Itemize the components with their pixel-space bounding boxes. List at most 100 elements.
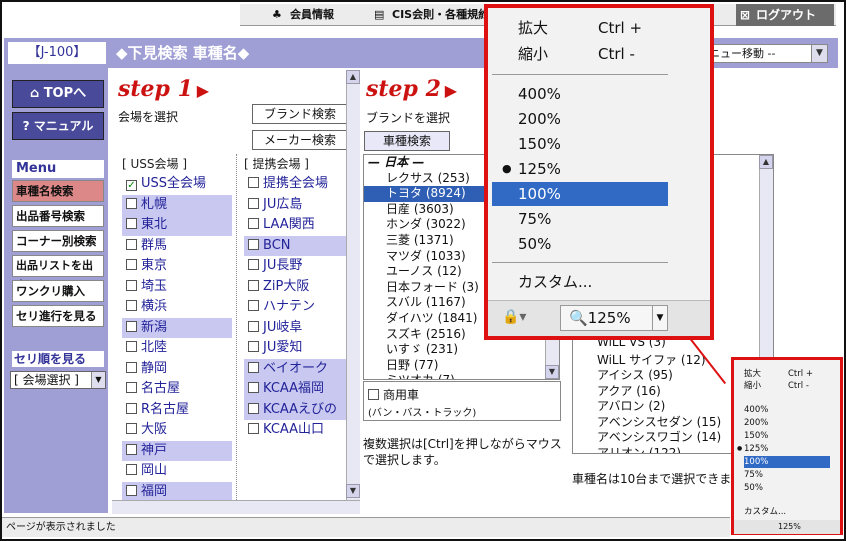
- partner-checkbox-item[interactable]: ハナテン: [244, 297, 350, 318]
- zoom-level-button[interactable]: 125%: [734, 520, 840, 534]
- logout-button[interactable]: ⊠ ログアウト: [736, 4, 834, 26]
- zoom-level-item[interactable]: 150%: [492, 132, 668, 156]
- venue-checkbox-item[interactable]: 神戸: [122, 440, 232, 461]
- menu-select-value: ニュー移動 --: [709, 47, 776, 60]
- zoom-level-item[interactable]: 75%: [492, 207, 668, 231]
- venue-checkbox-item[interactable]: 新潟: [122, 317, 232, 338]
- venue-checkbox-item[interactable]: 埼玉: [122, 277, 232, 298]
- close-box-icon: ⊠: [740, 8, 751, 22]
- cis-rules-link[interactable]: ▤ CIS会則・各種規約: [370, 4, 489, 26]
- zoom-level-item[interactable]: 50%: [492, 232, 668, 256]
- venue-checkbox-item[interactable]: 大阪: [122, 420, 232, 441]
- zoom-level-item[interactable]: 200%: [744, 417, 768, 429]
- left-nav: ⌂ TOPへ ? マニュアル Menu 車種名検索 出品番号検索 コーナー別検索…: [4, 68, 108, 513]
- model-list-item[interactable]: アリオン (122): [597, 444, 681, 454]
- zoom-level-item[interactable]: 100%: [492, 182, 668, 206]
- maker-search-button[interactable]: メーカー検索: [252, 130, 348, 150]
- partner-checkbox-item[interactable]: 提携全会場: [244, 174, 350, 195]
- model-list-item[interactable]: アイシス (95): [597, 366, 673, 383]
- zoom-level-label: 125%: [518, 160, 561, 178]
- menu-navigation-select[interactable]: ニュー移動 -- ▼: [704, 44, 828, 63]
- zoom-in-item[interactable]: 拡大 Ctrl +: [744, 368, 813, 380]
- partner-checkbox-item[interactable]: ベイオーク: [244, 358, 350, 379]
- commercial-checkbox[interactable]: 商用車: [368, 386, 419, 403]
- brand-list-item[interactable]: いすゞ (231): [364, 342, 559, 358]
- zoom-out-shortcut: Ctrl -: [598, 45, 635, 63]
- zoom-out-item[interactable]: 縮小 Ctrl -: [744, 380, 809, 392]
- step1-panel: step 1 ▶ 会場を選択 ブランド検索 メーカー検索 [ USS会場 ] ✓…: [112, 70, 358, 508]
- zoom-level-label: 150%: [518, 135, 561, 153]
- security-icon[interactable]: 🔒▾: [502, 309, 526, 325]
- step1-horizontal-scrollbar[interactable]: [112, 500, 360, 514]
- venue-checkbox-item[interactable]: 北陸: [122, 338, 232, 359]
- venue-checkbox-item[interactable]: 東北: [122, 215, 232, 236]
- scroll-up-icon[interactable]: ▲: [759, 155, 773, 169]
- partner-checkbox-item[interactable]: BCN: [244, 235, 350, 256]
- commercial-box: 商用車 (バン・バス・トラック): [363, 381, 561, 421]
- zoom-in-item[interactable]: 拡大 Ctrl +: [492, 16, 668, 40]
- venue-checkbox-item[interactable]: 横浜: [122, 297, 232, 318]
- venue-checkbox-item[interactable]: 静岡: [122, 359, 232, 380]
- model-search-button[interactable]: 車種検索: [364, 131, 450, 151]
- venue-checkbox-item[interactable]: 福岡: [122, 481, 232, 502]
- venue-checkbox-item[interactable]: R名古屋: [122, 400, 232, 421]
- scroll-down-icon[interactable]: ▼: [545, 365, 559, 379]
- scroll-down-icon[interactable]: ▼: [346, 484, 360, 498]
- partner-checkbox-item[interactable]: ZiP大阪: [244, 277, 350, 298]
- nav-item-model-search[interactable]: 車種名検索: [12, 180, 104, 202]
- venue-checkbox-item[interactable]: 名古屋: [122, 379, 232, 400]
- zoom-level-item[interactable]: 50%: [744, 482, 763, 494]
- brand-search-button[interactable]: ブランド検索: [252, 104, 348, 124]
- nav-item-corner-search[interactable]: コーナー別検索: [12, 230, 104, 252]
- zoom-level-label: 100%: [744, 457, 769, 467]
- checkbox-icon: [126, 300, 137, 311]
- model-limit-note: 車種名は10台まで選択できま: [572, 472, 732, 486]
- nav-item-oneclick-buy[interactable]: ワンクリ購入: [12, 280, 104, 302]
- partner-checkbox-item[interactable]: KCAAえびの: [244, 399, 350, 420]
- model-list-item[interactable]: WiLL サイファ (12): [597, 351, 706, 368]
- zoom-level-item[interactable]: 400%: [492, 82, 668, 106]
- zoom-level-item[interactable]: 400%: [744, 404, 768, 416]
- partner-checkbox-item[interactable]: JU長野: [244, 256, 350, 277]
- partner-checkbox-item[interactable]: JU岐阜: [244, 318, 350, 339]
- venue-checkbox-item[interactable]: 群馬: [122, 236, 232, 257]
- partner-checkbox-item[interactable]: LAA関西: [244, 215, 350, 236]
- brand-list-item[interactable]: 日野 (77): [364, 358, 559, 374]
- zoom-level-item[interactable]: 200%: [492, 107, 668, 131]
- member-info-link[interactable]: ♣ 会員情報: [268, 4, 334, 26]
- venue-checkbox-item[interactable]: ✓ USS全会場: [122, 174, 232, 195]
- zoom-level-item[interactable]: 100%: [744, 456, 830, 468]
- partner-checkbox-item[interactable]: JU広島: [244, 195, 350, 216]
- nav-item-lot-search[interactable]: 出品番号検索: [12, 205, 104, 227]
- zoom-custom-item[interactable]: カスタム...: [492, 270, 668, 294]
- zoom-level-item[interactable]: 75%: [744, 469, 763, 481]
- zoom-out-item[interactable]: 縮小 Ctrl -: [492, 42, 668, 66]
- zoom-level-item[interactable]: ● 125%: [492, 157, 668, 181]
- model-list-item[interactable]: アベンシスワゴン (14): [597, 428, 721, 445]
- zoom-custom-item[interactable]: カスタム...: [744, 506, 786, 518]
- nav-item-auction-progress[interactable]: セリ進行を見る: [12, 305, 104, 327]
- venue-checkbox-item[interactable]: 東京: [122, 256, 232, 277]
- manual-button[interactable]: ? マニュアル: [12, 112, 104, 140]
- scroll-up-icon[interactable]: ▲: [346, 70, 360, 84]
- nav-item-list-output[interactable]: 出品リストを出力: [12, 255, 104, 292]
- step1-vertical-scrollbar[interactable]: ▲ ▼: [346, 70, 360, 500]
- partner-checkbox-item[interactable]: KCAA福岡: [244, 379, 350, 400]
- venue-checkbox-item[interactable]: 岡山: [122, 461, 232, 482]
- model-list-item[interactable]: アクア (16): [597, 382, 661, 399]
- model-list-item[interactable]: アバロン (2): [597, 397, 665, 414]
- zoom-level-item[interactable]: ● 125%: [737, 443, 768, 455]
- partner-checkbox-item[interactable]: KCAA山口: [244, 420, 350, 441]
- model-list-item[interactable]: アベンシスセダン (15): [597, 413, 721, 430]
- partner-checkbox-item[interactable]: JU愛知: [244, 338, 350, 359]
- chevron-down-icon[interactable]: ▼: [652, 305, 668, 331]
- checkbox-icon: [248, 177, 259, 188]
- brand-list-item[interactable]: ミツオカ (7): [364, 373, 559, 379]
- venue-select[interactable]: [ 会場選択 ] ▼: [10, 371, 106, 389]
- venue-checkbox-item[interactable]: 札幌: [122, 194, 232, 215]
- checkbox-icon: [248, 218, 259, 229]
- zoom-level-item[interactable]: 150%: [744, 430, 768, 442]
- checkbox-icon: [126, 361, 137, 373]
- top-button[interactable]: ⌂ TOPへ: [12, 80, 104, 108]
- chevron-down-icon: ▼: [811, 45, 827, 62]
